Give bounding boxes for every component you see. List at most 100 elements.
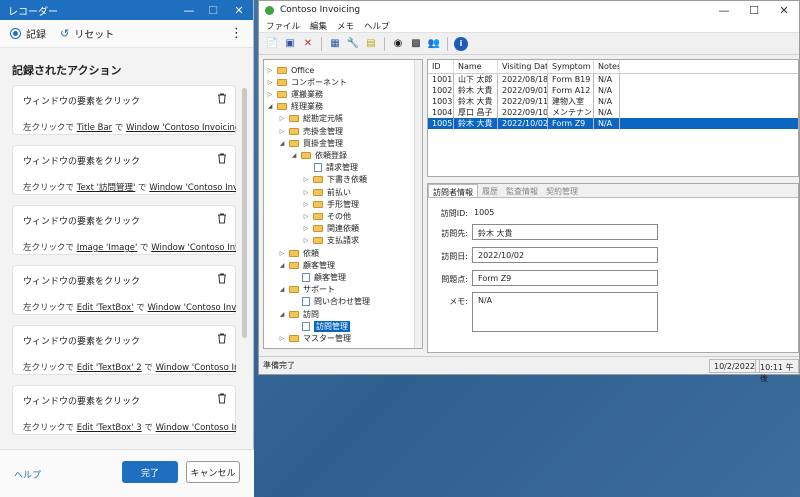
tree-item[interactable]: ▷ 前払い <box>302 186 351 198</box>
expand-icon[interactable]: ▷ <box>278 128 286 135</box>
close-icon[interactable]: ✕ <box>769 1 799 19</box>
tree-item[interactable]: ▷ 依頼 <box>278 247 319 259</box>
image-icon[interactable]: ▩ <box>409 37 423 51</box>
expand-icon[interactable]: ◢ <box>266 103 274 110</box>
action-window-link[interactable]: Window 'Contoso Invoicing' <box>156 363 236 373</box>
table-row[interactable]: 1005 鈴木 大貴 2022/10/02 Form Z9 N/A <box>428 118 798 129</box>
tree-item[interactable]: ◢ サポート <box>278 284 335 296</box>
tree-item[interactable]: ▷ マスター管理 <box>278 332 351 344</box>
expand-icon[interactable]: ▷ <box>266 91 274 98</box>
record-button[interactable]: 記録 <box>10 26 46 41</box>
action-window-link[interactable]: Window 'Contoso Invoicing' <box>149 183 236 193</box>
minimize-icon[interactable]: — <box>176 0 202 20</box>
minimize-icon[interactable]: — <box>709 1 739 19</box>
expand-icon[interactable]: ◢ <box>278 262 286 269</box>
table-row[interactable]: 1003 鈴木 大貴 2022/09/11 建物入室 N/A <box>428 96 798 107</box>
trash-icon[interactable] <box>217 93 227 104</box>
tree-item[interactable]: 請求管理 <box>302 162 358 174</box>
action-card[interactable]: ウィンドウの要素をクリック 左クリックで Title Bar で Window '… <box>12 85 236 135</box>
new-file-icon[interactable]: 📄 <box>265 37 279 51</box>
expand-icon[interactable]: ▷ <box>302 176 310 183</box>
tree-scrollbar[interactable] <box>414 60 422 348</box>
tree-item[interactable]: ▷ 運搬業務 <box>266 88 323 100</box>
table-row[interactable]: 1002 鈴木 大貴 2022/09/01 Form A12 N/A <box>428 85 798 96</box>
tab-audit-info[interactable]: 監査情報 <box>502 184 542 197</box>
action-target-link[interactable]: Edit 'TextBox' <box>77 303 134 313</box>
more-options-icon[interactable]: ⋮ <box>230 26 243 41</box>
tree-item[interactable]: ◢ 顧客管理 <box>278 259 335 271</box>
trash-icon[interactable] <box>217 333 227 344</box>
tree-item[interactable]: 顧客管理 <box>290 271 346 283</box>
note-icon[interactable]: ▤ <box>364 37 378 51</box>
action-target-link[interactable]: Text '訪問管理' <box>77 183 136 193</box>
column-header[interactable]: Name <box>454 60 498 73</box>
action-window-link[interactable]: Window 'Contoso Invoicing' <box>151 243 236 253</box>
expand-icon[interactable]: ▷ <box>266 67 274 74</box>
column-header[interactable]: ID <box>428 60 454 73</box>
column-header[interactable]: Visiting Date <box>498 60 548 73</box>
tree-item[interactable]: ◢ 依頼登録 <box>290 149 347 161</box>
tree-item[interactable]: ▷ Office <box>266 64 315 76</box>
expand-icon[interactable]: ◢ <box>278 311 286 318</box>
visit-date-field[interactable]: 2022/10/02 <box>472 247 658 263</box>
table-row[interactable]: 1001 山下 太郎 2022/08/18 Form B19 N/A <box>428 74 798 85</box>
column-header[interactable]: Symptom <box>548 60 594 73</box>
tree-item[interactable]: ▷ コンポーネント <box>266 76 347 88</box>
issue-field[interactable]: Form Z9 <box>472 270 658 286</box>
action-target-link[interactable]: Image 'Image' <box>77 243 138 253</box>
action-card[interactable]: ウィンドウの要素をクリック 左クリックで Image 'Image' で Wind… <box>12 205 236 255</box>
expand-icon[interactable]: ▷ <box>302 213 310 220</box>
memo-field[interactable]: N/A <box>472 292 658 332</box>
expand-icon[interactable]: ▷ <box>278 250 286 257</box>
menu-file[interactable]: ファイル <box>261 20 305 32</box>
tree-item[interactable]: 問い合わせ管理 <box>290 296 370 308</box>
tree-item[interactable]: ▷ 手形管理 <box>302 198 359 210</box>
tab-history[interactable]: 履歴 <box>478 184 502 197</box>
action-card[interactable]: ウィンドウの要素をクリック 左クリックで Edit 'TextBox' で Win… <box>12 265 236 315</box>
action-window-link[interactable]: Window 'Contoso Invoicing' <box>147 303 236 313</box>
expand-icon[interactable]: ◢ <box>278 286 286 293</box>
delete-icon[interactable]: ✕ <box>301 37 315 51</box>
action-card[interactable]: ウィンドウの要素をクリック 左クリックで Edit 'TextBox' 3 で W… <box>12 385 236 435</box>
globe-icon[interactable]: ◉ <box>391 37 405 51</box>
action-card[interactable]: ウィンドウの要素をクリック 左クリックで Edit 'TextBox' 2 で W… <box>12 325 236 375</box>
menu-edit[interactable]: 編集 <box>305 20 332 32</box>
tree-item[interactable]: ▷ 総勘定元帳 <box>278 113 343 125</box>
trash-icon[interactable] <box>217 153 227 164</box>
action-target-link[interactable]: Edit 'TextBox' 2 <box>77 363 142 373</box>
table-icon[interactable]: ▦ <box>328 37 342 51</box>
tree-item[interactable]: ◢ 訪問 <box>278 308 319 320</box>
trash-icon[interactable] <box>217 273 227 284</box>
window-titlebar[interactable]: Contoso Invoicing — ☐ ✕ <box>259 1 799 19</box>
expand-icon[interactable]: ▷ <box>278 335 286 342</box>
action-window-link[interactable]: Window 'Contoso Invoicing' <box>126 123 236 133</box>
expand-icon[interactable]: ▷ <box>302 201 310 208</box>
tab-contract-management[interactable]: 契約管理 <box>542 184 582 197</box>
tree-item[interactable]: ▷ 下書き依頼 <box>302 174 367 186</box>
tree-item[interactable]: 訪問管理 <box>290 320 350 332</box>
info-icon[interactable]: i <box>454 36 468 51</box>
action-window-link[interactable]: Window 'Contoso Invoicing' <box>156 423 236 433</box>
expand-icon[interactable]: ▷ <box>302 225 310 232</box>
users-icon[interactable]: 👥 <box>427 37 441 51</box>
recorder-titlebar[interactable]: レコーダー — ☐ ✕ <box>0 0 253 20</box>
tree-item[interactable]: ▷ 売掛金管理 <box>278 125 343 137</box>
save-icon[interactable]: ▣ <box>283 37 297 51</box>
action-list-scrollbar[interactable] <box>242 88 247 338</box>
wrench-icon[interactable]: 🔧 <box>346 37 360 51</box>
menu-help[interactable]: ヘルプ <box>359 20 395 32</box>
done-button[interactable]: 完了 <box>122 461 178 483</box>
tree-item[interactable]: ◢ 経理業務 <box>266 101 323 113</box>
action-target-link[interactable]: Title Bar <box>77 123 112 133</box>
expand-icon[interactable]: ▷ <box>302 189 310 196</box>
trash-icon[interactable] <box>217 393 227 404</box>
help-link[interactable]: ヘルプ <box>14 468 41 481</box>
expand-icon[interactable]: ◢ <box>290 152 298 159</box>
tree-item[interactable]: ◢ 買掛金管理 <box>278 137 343 149</box>
trash-icon[interactable] <box>217 213 227 224</box>
tree-item[interactable]: ▷ 支払請求 <box>302 235 359 247</box>
expand-icon[interactable]: ▷ <box>302 237 310 244</box>
close-icon[interactable]: ✕ <box>226 0 252 20</box>
tree-item[interactable]: ▷ その他 <box>302 210 351 222</box>
tab-visitor-info[interactable]: 訪問者情報 <box>428 184 478 197</box>
